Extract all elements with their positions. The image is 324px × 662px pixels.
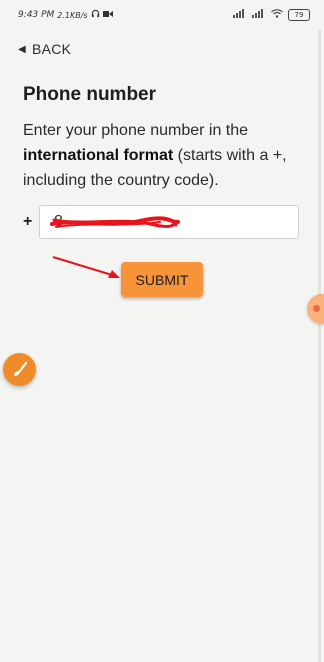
description-text-prefix: Enter your phone number in the [23, 122, 249, 139]
back-label: BACK [32, 41, 72, 57]
status-time: 9:43 PM [18, 10, 55, 20]
paintbrush-icon [14, 361, 28, 376]
description-emphasis: international format [23, 147, 174, 164]
signal-icon-2 [252, 9, 266, 21]
battery-icon: 79 [288, 9, 310, 21]
network-speed: 2.1KB/s [57, 10, 88, 20]
submit-button[interactable]: SUBMIT [121, 262, 203, 297]
edit-button[interactable] [3, 353, 36, 386]
scrollbar-track [318, 30, 321, 662]
status-right: 79 [233, 9, 310, 21]
phone-number-input[interactable] [39, 205, 299, 239]
back-button[interactable]: ◀ BACK [18, 41, 71, 57]
page-title: Phone number [23, 84, 157, 105]
signal-icon [233, 9, 247, 21]
status-left: 9:43 PM 2.1KB/s [18, 9, 113, 21]
video-icon [102, 10, 113, 21]
headphones-icon [91, 9, 100, 21]
back-arrow-icon: ◀ [18, 43, 26, 55]
floating-bubble[interactable] [307, 294, 324, 324]
annotation-arrow [52, 256, 120, 278]
country-code-prefix: + [23, 213, 33, 230]
page-description: Enter your phone number in the internati… [23, 118, 308, 193]
status-bar: 9:43 PM 2.1KB/s 79 [0, 0, 324, 30]
wifi-icon [271, 9, 283, 21]
bubble-dot-icon [313, 305, 320, 312]
